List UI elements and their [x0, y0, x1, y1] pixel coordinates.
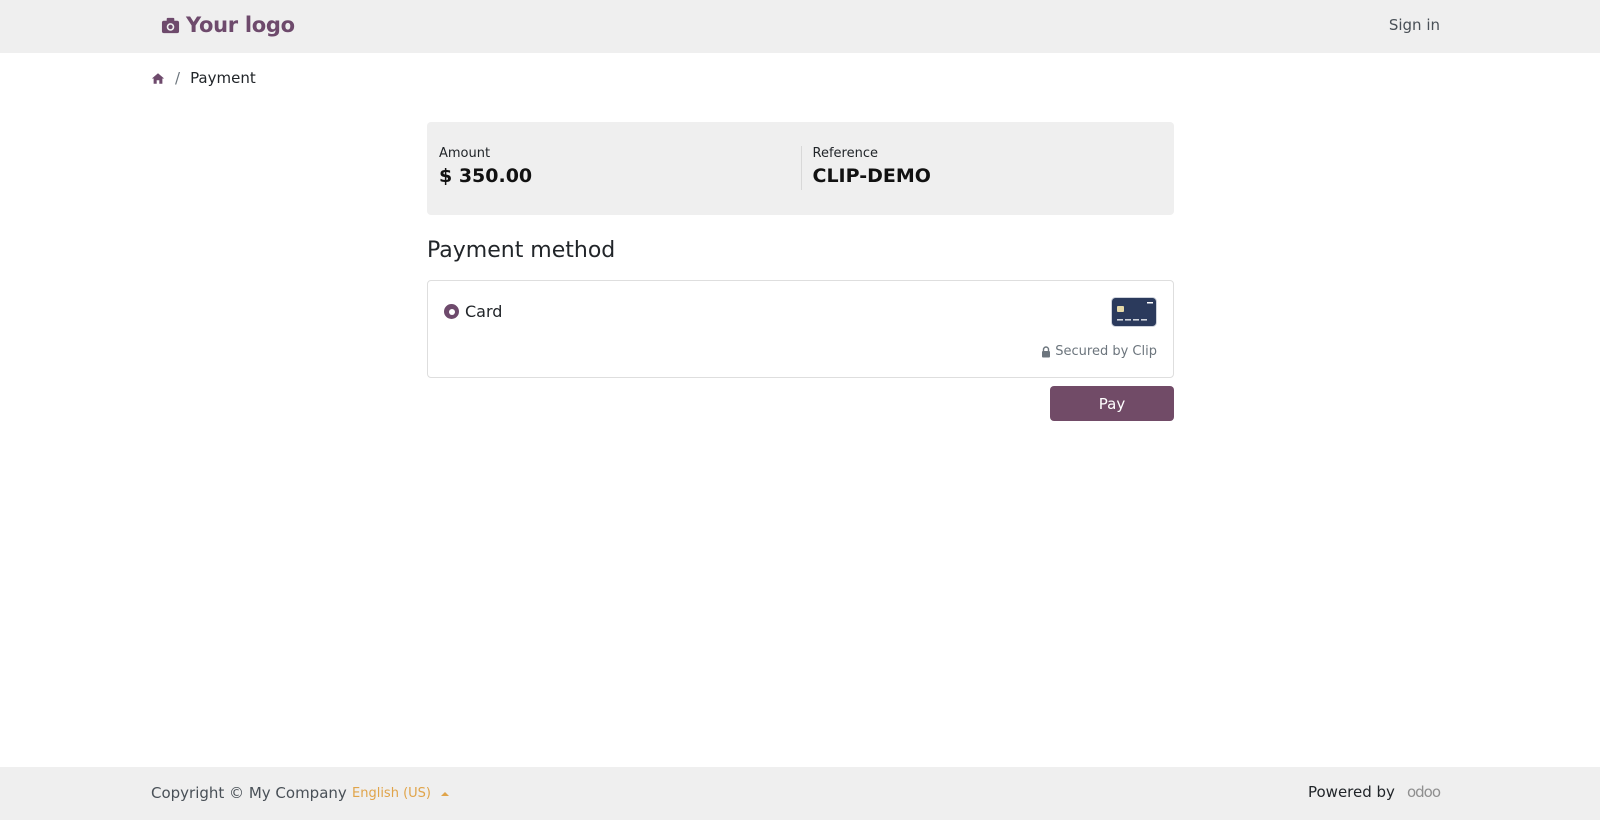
amount-label: Amount [439, 146, 491, 161]
secured-by: Secured by Clip [1041, 344, 1157, 359]
payment-method-option[interactable]: Card Secured by Clip [427, 280, 1174, 378]
caret-up-icon [440, 791, 449, 796]
powered-by-text: Powered by [1307, 783, 1395, 801]
payment-method-title: Payment method [427, 238, 616, 263]
breadcrumb-separator: / [175, 69, 181, 87]
sign-in-link[interactable]: Sign in [1389, 16, 1440, 34]
card-label[interactable]: Card [465, 302, 502, 321]
home-icon[interactable] [151, 72, 165, 85]
copyright-text: Copyright © My Company [151, 784, 347, 802]
lock-icon [1042, 345, 1051, 357]
amount-section: Amount $ 350.00 [427, 122, 801, 215]
payment-summary: Amount $ 350.00 Reference CLIP-DEMO [427, 122, 1174, 215]
reference-section: Reference CLIP-DEMO [800, 122, 1175, 215]
logo-text: Your logo [186, 13, 295, 37]
reference-label: Reference [812, 146, 878, 161]
breadcrumb-current: Payment [190, 69, 256, 87]
secured-text: Secured by Clip [1055, 344, 1157, 359]
card-radio[interactable] [444, 304, 459, 319]
pay-button[interactable]: Pay [1050, 386, 1174, 421]
language-selector[interactable]: English (US) [352, 786, 449, 801]
reference-value: CLIP-DEMO [812, 165, 931, 187]
top-navbar: Your logo Sign in [0, 0, 1600, 53]
language-label[interactable]: English (US) [352, 786, 431, 801]
camera-icon [161, 17, 180, 33]
credit-card-icon [1111, 297, 1157, 327]
amount-value: $ 350.00 [439, 165, 533, 187]
footer: Copyright © My Company English (US) Powe… [0, 767, 1600, 820]
powered-by: Powered by odoo [1307, 783, 1441, 801]
company-logo[interactable]: Your logo [161, 13, 295, 37]
odoo-logo[interactable]: odoo [1407, 783, 1441, 801]
breadcrumb: / Payment [151, 69, 256, 87]
